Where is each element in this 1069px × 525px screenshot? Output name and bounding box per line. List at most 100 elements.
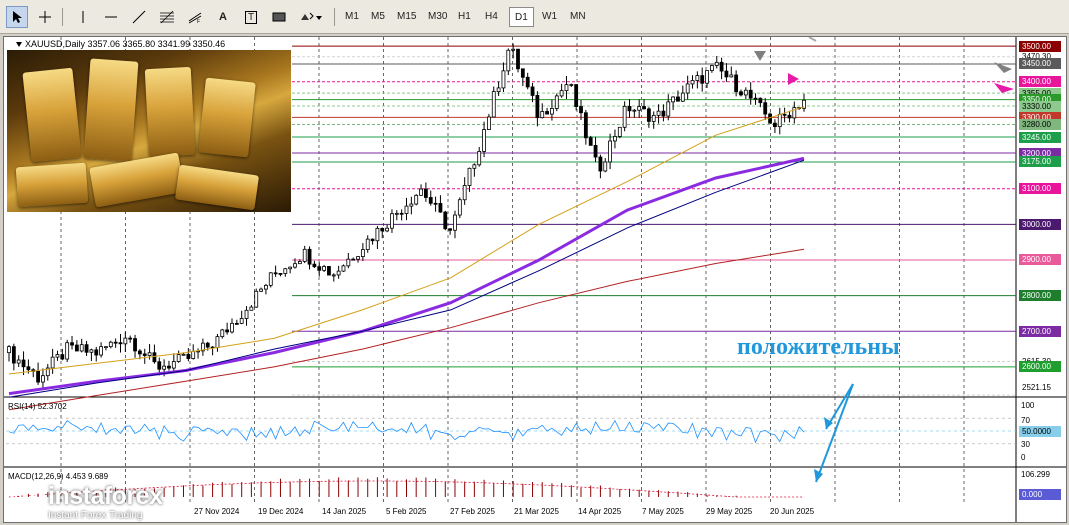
rsi-line: [8, 419, 805, 444]
vertical-line-button[interactable]: [72, 6, 94, 28]
timeframe-h4[interactable]: H4: [480, 7, 503, 27]
price-level-label: 3000.00: [1019, 218, 1061, 230]
candle-bullish: [390, 213, 394, 229]
candle-bullish: [346, 258, 351, 267]
candle-bullish: [511, 48, 516, 51]
candle-bullish: [462, 185, 467, 201]
timeframe-m5[interactable]: M5: [366, 7, 390, 27]
timeframe-h1[interactable]: H1: [453, 7, 476, 27]
candle-bullish: [637, 106, 642, 111]
candle-bullish: [322, 266, 326, 271]
candle-bearish: [700, 75, 705, 84]
fibonacci-button[interactable]: [156, 6, 178, 28]
candle-bearish: [438, 203, 443, 213]
text-tool-button[interactable]: A: [212, 6, 234, 28]
price-level-label: 3500.00: [1019, 40, 1061, 52]
candle-bullish: [55, 354, 60, 358]
price-level-label: 2600.00: [1019, 361, 1061, 373]
candle-bullish: [244, 309, 249, 319]
price-level-label: 3280.00: [1019, 119, 1061, 131]
date-label: 21 Mar 2025: [514, 507, 559, 516]
candle-bearish: [205, 342, 210, 348]
timeframe-w1[interactable]: W1: [537, 7, 562, 27]
chart-window[interactable]: XAUUSD,Daily 3357.06 3365.80 3341.99 335…: [3, 36, 1067, 523]
shapes-dropdown-button[interactable]: [296, 6, 326, 28]
timeframe-mn[interactable]: MN: [565, 7, 591, 27]
candle-bearish: [26, 366, 31, 371]
candle-bullish: [685, 83, 690, 94]
candle-bullish: [191, 350, 196, 359]
fibonacci-fan-button[interactable]: F: [184, 6, 206, 28]
symbol-header-text: XAUUSD,Daily 3357.06 3365.80 3341.99 335…: [25, 39, 226, 49]
candle-bullish: [569, 84, 574, 86]
candle-bullish: [104, 346, 108, 349]
date-label: 7 May 2025: [642, 507, 684, 516]
candle-bearish: [118, 342, 123, 345]
text-label-button[interactable]: T: [240, 6, 262, 28]
candle-bullish: [487, 116, 491, 130]
svg-text:F: F: [197, 19, 200, 24]
candle-bearish: [11, 346, 16, 364]
price-level-label: 3330.00: [1019, 100, 1061, 112]
arrow-tail: [808, 37, 817, 42]
crosshair-tool-button[interactable]: [34, 6, 56, 28]
candle-bearish: [423, 188, 428, 198]
timeframe-m15[interactable]: M15: [392, 7, 421, 27]
candle-bearish: [234, 322, 239, 325]
candle-bearish: [588, 137, 593, 146]
candle-bullish: [419, 188, 423, 196]
candle-bullish: [656, 110, 661, 116]
candle-bullish: [680, 92, 685, 102]
candle-bearish: [113, 341, 118, 344]
candle-bullish: [472, 164, 477, 169]
candle-bullish: [550, 108, 554, 115]
candle-bullish: [239, 318, 244, 324]
date-label: 27 Feb 2025: [450, 507, 495, 516]
candle-bullish: [147, 352, 152, 356]
candle-bullish: [559, 90, 564, 97]
right-arrow-marker-icon: [788, 73, 799, 85]
horizontal-line-button[interactable]: [100, 6, 122, 28]
candle-bearish: [535, 95, 540, 119]
trend-line-button[interactable]: [128, 6, 150, 28]
candle-bearish: [312, 263, 317, 268]
date-label: 27 Nov 2024: [194, 507, 240, 516]
rsi-level-label: 50.0000: [1019, 426, 1061, 437]
candle-bearish: [307, 248, 312, 265]
rectangle-button[interactable]: [268, 6, 290, 28]
candle-bullish: [501, 70, 506, 89]
candle-bearish: [137, 350, 142, 355]
timeframe-m30[interactable]: M30: [423, 7, 452, 27]
candle-bullish: [249, 306, 254, 311]
cursor-tool-button[interactable]: [6, 6, 28, 28]
candle-bullish: [89, 349, 94, 353]
candle-bullish: [375, 227, 380, 242]
candle-bearish: [734, 74, 739, 93]
candle-bullish: [254, 290, 259, 308]
candle-bullish: [496, 87, 501, 92]
candle-bullish: [477, 151, 482, 166]
date-label: 5 Feb 2025: [386, 507, 427, 516]
candle-bullish: [123, 337, 128, 345]
date-label: 29 May 2025: [706, 507, 753, 516]
candle-bullish: [215, 336, 220, 348]
candle-bullish: [259, 288, 263, 292]
timeframe-d1[interactable]: D1: [509, 7, 534, 27]
price-level-label: 2521.15: [1022, 383, 1051, 392]
candle-bullish: [341, 265, 346, 272]
timeframe-m1[interactable]: M1: [340, 7, 364, 27]
candle-bearish: [763, 102, 768, 115]
candle-bearish: [380, 227, 385, 232]
candle-bearish: [94, 349, 99, 356]
candle-bullish: [302, 248, 307, 262]
candle-bearish: [646, 108, 651, 122]
candle-bullish: [108, 341, 113, 348]
candle-bullish: [554, 95, 559, 109]
fibonacci-icon: [160, 10, 174, 24]
candle-bullish: [220, 329, 225, 338]
candle-bullish: [651, 114, 656, 122]
candle-bearish: [399, 212, 404, 215]
pink-pointer-arrow-icon: [994, 83, 1014, 93]
dropdown-arrow-icon: [16, 42, 22, 48]
candle-bullish: [729, 74, 734, 78]
